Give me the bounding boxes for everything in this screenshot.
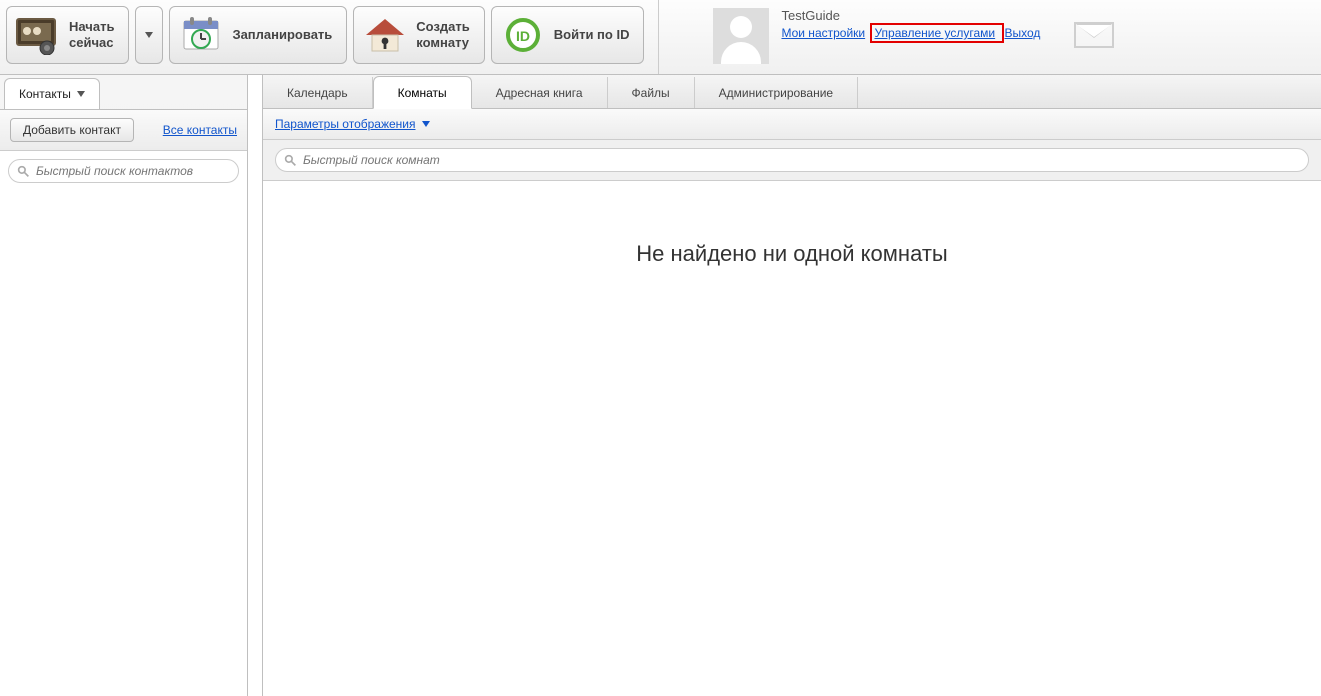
tab-contacts-label: Контакты [19,87,71,101]
login-by-id-label: Войти по ID [554,27,630,43]
add-contact-button[interactable]: Добавить контакт [10,118,134,142]
avatar [713,8,769,64]
search-icon [17,165,30,178]
tab-address-book[interactable]: Адресная книга [472,77,608,108]
chevron-down-icon [145,32,153,38]
manage-services-highlight: Управление услугами [870,23,1004,43]
tab-calendar[interactable]: Календарь [263,77,373,108]
user-block: TestGuide Мои настройки Управление услуг… [697,0,1134,74]
schedule-button[interactable]: Запланировать [169,6,347,64]
create-room-button[interactable]: Создать комнату [353,6,484,64]
start-now-label-2: сейчас [69,35,114,51]
contacts-search[interactable] [8,159,239,183]
create-room-label-1: Создать [416,19,469,35]
start-now-icon [15,15,61,55]
display-params-label: Параметры отображения [275,117,416,131]
sidebar-panel: Добавить контакт Все контакты [0,109,247,696]
chevron-down-icon [422,121,430,127]
toolbar-separator [658,0,659,74]
create-room-label-2: комнату [416,35,469,51]
login-by-id-button[interactable]: ID Войти по ID [491,6,645,64]
start-now-button[interactable]: Начать сейчас [6,6,129,64]
manage-services-link[interactable]: Управление услугами [874,26,995,40]
filter-bar: Параметры отображения [263,109,1321,140]
start-now-label-1: Начать [69,19,114,35]
logout-link[interactable]: Выход [1004,26,1040,40]
rooms-empty-message: Не найдено ни одной комнаты [263,241,1321,267]
id-icon: ID [500,15,546,55]
sidebar-tabstrip: Контакты [0,75,247,109]
user-name: TestGuide [781,8,1042,23]
body: Контакты Добавить контакт Все контакты К… [0,75,1321,696]
sidebar-actions: Добавить контакт Все контакты [0,110,247,151]
user-info: TestGuide Мои настройки Управление услуг… [781,8,1042,40]
toolbar-buttons: Начать сейчас Запланировать [0,0,650,74]
rooms-search[interactable] [275,148,1309,172]
search-icon [284,154,297,167]
main-tabstrip: Календарь Комнаты Адресная книга Файлы А… [263,75,1321,109]
rooms-body: Не найдено ни одной комнаты [263,180,1321,696]
toolbar: Начать сейчас Запланировать [0,0,1321,75]
sidebar: Контакты Добавить контакт Все контакты [0,75,248,696]
house-icon [362,15,408,55]
contacts-search-input[interactable] [36,164,230,178]
tab-rooms[interactable]: Комнаты [373,76,472,109]
calendar-clock-icon [178,15,224,55]
tab-contacts[interactable]: Контакты [4,78,100,109]
tab-admin[interactable]: Администрирование [695,77,858,108]
all-contacts-link[interactable]: Все контакты [163,123,237,137]
svg-text:ID: ID [516,28,530,44]
main: Календарь Комнаты Адресная книга Файлы А… [262,75,1321,696]
mail-icon[interactable] [1074,22,1114,48]
display-params-link[interactable]: Параметры отображения [275,117,416,131]
start-now-dropdown[interactable] [135,6,163,64]
chevron-down-icon [77,91,85,97]
rooms-search-input[interactable] [303,153,1300,167]
tab-files[interactable]: Файлы [608,77,695,108]
schedule-label: Запланировать [232,27,332,43]
contacts-list [0,191,247,696]
my-settings-link[interactable]: Мои настройки [781,26,865,40]
